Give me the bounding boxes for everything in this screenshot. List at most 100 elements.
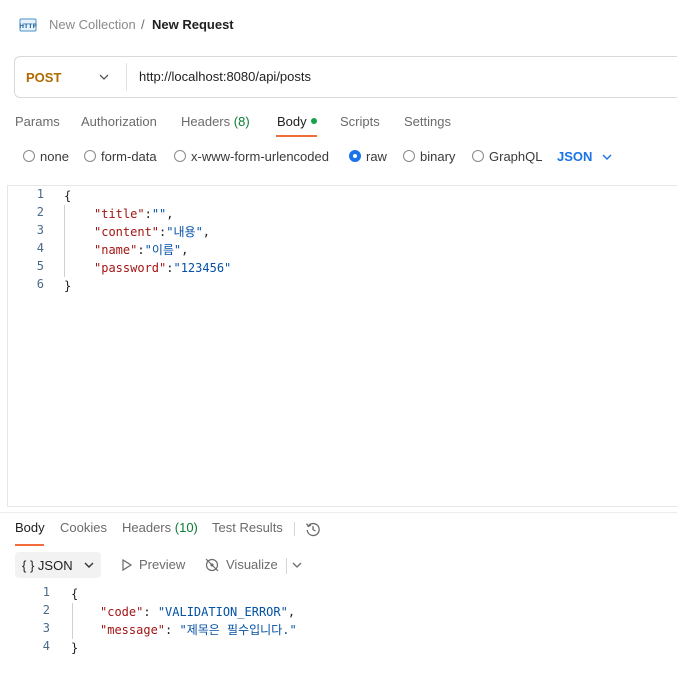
- tab-response-headers[interactable]: Headers (10): [122, 520, 198, 536]
- indent-guide: [64, 205, 65, 277]
- json-key: "code": [100, 605, 144, 619]
- line-number: 4: [36, 241, 44, 255]
- json-value: "123456": [173, 261, 232, 275]
- tab-settings[interactable]: Settings: [404, 114, 451, 130]
- code-line: {: [71, 587, 79, 601]
- json-key: "message": [100, 623, 166, 637]
- json-value: "": [151, 207, 167, 221]
- tab-headers-count: (8): [233, 114, 250, 129]
- tab-body-label: Body: [277, 114, 307, 129]
- json-colon: :: [137, 243, 145, 257]
- tab-response-cookies[interactable]: Cookies: [60, 520, 107, 536]
- tab-test-results[interactable]: Test Results: [212, 520, 283, 536]
- code-line: "name":"이름",: [94, 241, 188, 259]
- tab-authorization[interactable]: Authorization: [81, 114, 157, 130]
- json-colon: :: [144, 207, 152, 221]
- radio-label: raw: [366, 149, 387, 164]
- line-number: 3: [42, 621, 50, 635]
- tab-response-body[interactable]: Body: [15, 520, 45, 536]
- radio-label: binary: [420, 149, 456, 164]
- json-comma: ,: [202, 225, 211, 239]
- tab-separator: [294, 522, 295, 536]
- line-number: 3: [36, 223, 44, 237]
- code-line: "content":"내용",: [94, 223, 210, 241]
- indent-guide: [72, 603, 73, 639]
- json-key: "content": [94, 225, 160, 239]
- tab-body[interactable]: Body: [277, 114, 317, 130]
- json-comma: ,: [181, 243, 189, 257]
- request-header: HTTP New Collection / New Request: [0, 0, 677, 50]
- json-value: "VALIDATION_ERROR": [157, 605, 288, 619]
- method-select[interactable]: POST: [26, 70, 61, 85]
- json-value: "내용": [166, 225, 203, 239]
- json-key: "title": [94, 207, 145, 221]
- active-tab-underline: [276, 135, 317, 137]
- line-number: 1: [42, 585, 50, 599]
- tab-scripts[interactable]: Scripts: [340, 114, 380, 130]
- chevron-down-icon[interactable]: [601, 151, 613, 163]
- radio-circle: [472, 150, 484, 162]
- language-select[interactable]: JSON: [557, 150, 592, 164]
- url-divider: [126, 63, 127, 91]
- radio-label: GraphQL: [489, 149, 543, 164]
- play-icon[interactable]: [119, 557, 135, 573]
- tab-response-headers-label: Headers: [122, 520, 172, 535]
- code-line: "title":"",: [94, 205, 174, 223]
- json-colon: :: [143, 605, 158, 619]
- code-line: {: [64, 189, 72, 203]
- radio-circle: [174, 150, 186, 162]
- code-line: "code": "VALIDATION_ERROR",: [100, 603, 295, 621]
- breadcrumb-separator: /: [141, 17, 145, 32]
- json-comma: ,: [287, 605, 296, 619]
- json-value: "이름": [144, 243, 182, 257]
- breadcrumb-collection[interactable]: New Collection: [49, 17, 136, 33]
- url-input[interactable]: [139, 69, 659, 84]
- response-tabs: Body Cookies Headers (10) Test Results: [0, 516, 677, 546]
- line-number: 5: [36, 259, 44, 273]
- line-number: 6: [36, 277, 44, 291]
- code-line: }: [64, 279, 72, 293]
- radio-circle: [403, 150, 415, 162]
- line-number: 2: [42, 603, 50, 617]
- json-key: "name": [94, 243, 138, 257]
- code-line: "message": "제목은 필수입니다.": [100, 621, 297, 639]
- radio-circle-checked: [349, 150, 361, 162]
- response-toolbar: { } JSON Preview Visualize: [0, 551, 677, 579]
- request-body-editor[interactable]: 1 2 3 4 5 6 { "title":"", "content":"내용"…: [7, 185, 677, 507]
- pane-divider[interactable]: [0, 512, 677, 513]
- json-key: "password": [94, 261, 167, 275]
- breadcrumb-request-title[interactable]: New Request: [152, 17, 234, 33]
- request-tabs: Params Authorization Headers (8) Body Sc…: [0, 110, 677, 138]
- tab-params[interactable]: Params: [15, 114, 60, 130]
- response-format-select[interactable]: { } JSON: [15, 552, 101, 578]
- code-line: "password":"123456": [94, 259, 231, 277]
- response-format-label: { } JSON: [22, 558, 73, 573]
- json-comma: ,: [166, 207, 174, 221]
- radio-label: x-www-form-urlencoded: [191, 149, 329, 164]
- radio-circle: [84, 150, 96, 162]
- body-type-selector: none form-data x-www-form-urlencoded raw…: [0, 146, 677, 168]
- history-icon[interactable]: [305, 521, 321, 537]
- active-tab-underline: [15, 544, 44, 546]
- chevron-down-icon[interactable]: [291, 559, 303, 571]
- url-bar: POST: [14, 56, 677, 98]
- visualize-button[interactable]: Visualize: [226, 558, 278, 572]
- tab-response-headers-count: (10): [174, 520, 198, 535]
- json-colon: :: [165, 623, 180, 637]
- line-number: 2: [36, 205, 44, 219]
- line-number: 4: [42, 639, 50, 653]
- body-indicator-dot: [310, 118, 317, 124]
- tab-headers[interactable]: Headers (8): [181, 114, 250, 130]
- radio-circle: [23, 150, 35, 162]
- svg-text:HTTP: HTTP: [19, 23, 37, 30]
- json-value: "제목은 필수입니다.": [179, 623, 297, 637]
- line-number: 1: [36, 187, 44, 201]
- tab-headers-label: Headers: [181, 114, 231, 129]
- http-icon: HTTP: [19, 18, 37, 32]
- chevron-down-icon[interactable]: [98, 71, 110, 83]
- radio-label: none: [40, 149, 69, 164]
- preview-button[interactable]: Preview: [139, 558, 185, 572]
- toolbar-separator: [286, 558, 287, 574]
- chevron-down-icon: [84, 562, 94, 568]
- visualize-icon[interactable]: [204, 557, 220, 573]
